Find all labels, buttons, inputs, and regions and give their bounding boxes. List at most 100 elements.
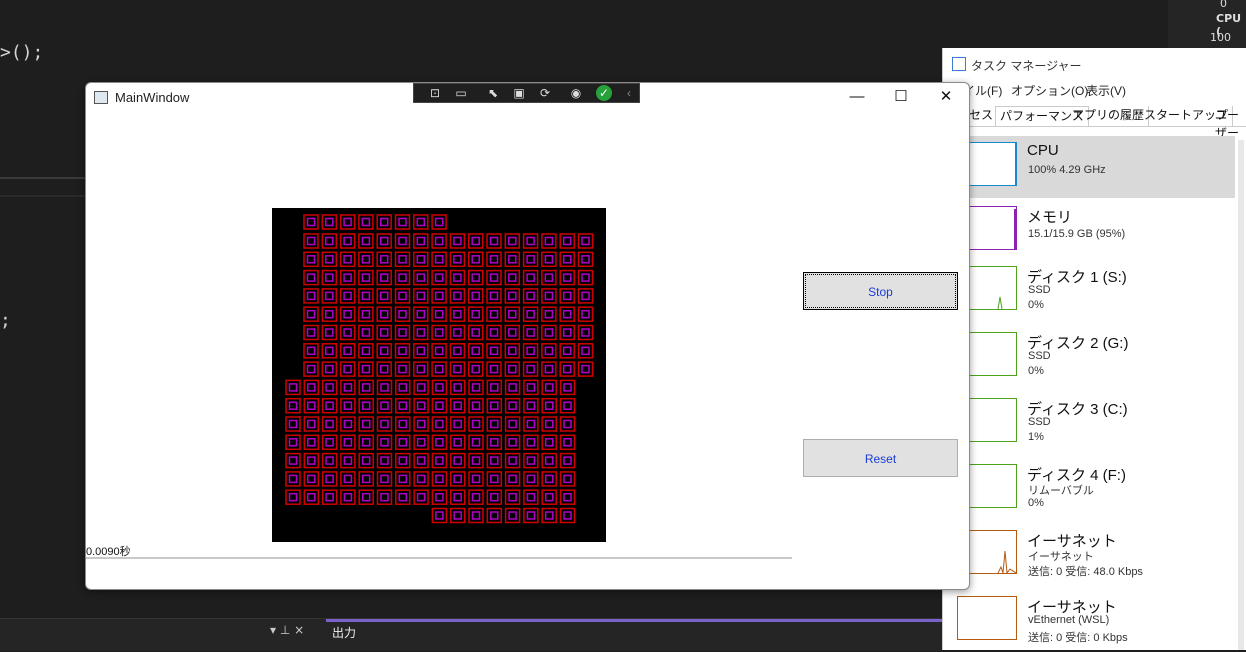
camera-icon[interactable]: ▭ — [452, 85, 470, 101]
cell-outer — [559, 251, 575, 268]
cell-outer — [504, 379, 521, 396]
cell-outer — [321, 343, 338, 359]
cell-outer — [486, 416, 503, 432]
perf-item-cpu[interactable]: CPU 100% 4.29 GHz — [943, 136, 1235, 198]
menu-view[interactable]: 表示(V) — [1086, 82, 1126, 99]
cell-inner — [361, 474, 371, 484]
cell-inner — [416, 419, 426, 429]
cell-inner — [288, 419, 298, 429]
scrollbar[interactable] — [1238, 140, 1244, 650]
cell-inner — [453, 328, 462, 337]
cell-inner — [398, 255, 407, 264]
cell-inner — [526, 383, 536, 392]
cell-inner — [508, 401, 517, 410]
window-icon — [94, 91, 108, 104]
cell-inner — [581, 346, 590, 356]
perf-item-disk2[interactable]: ディスク 2 (G:) SSD 0% — [943, 326, 1235, 388]
cell-outer — [413, 269, 429, 286]
cell-inner — [416, 346, 426, 356]
cell-outer — [395, 489, 411, 505]
cell-outer — [431, 361, 447, 377]
cell-outer — [358, 269, 374, 286]
cell-outer — [541, 434, 557, 451]
cell-inner — [361, 492, 371, 502]
reset-button[interactable]: Reset — [803, 439, 958, 477]
cell-outer — [395, 434, 411, 451]
cell-outer — [449, 324, 466, 341]
pointer-icon[interactable]: ⬉ — [484, 85, 502, 101]
cell-outer — [541, 343, 557, 359]
cell-outer — [358, 288, 374, 304]
minimize-button[interactable]: — — [846, 87, 868, 107]
cell-inner — [434, 346, 444, 356]
stop-button[interactable]: Stop — [803, 272, 958, 310]
tab-users[interactable]: ユーザー — [1211, 106, 1246, 140]
cell-outer — [523, 507, 539, 524]
cell-inner — [361, 273, 371, 282]
perf-item-memory[interactable]: メモリ 15.1/15.9 GB (95%) — [943, 200, 1235, 262]
cell-outer — [339, 324, 356, 341]
cell-inner — [361, 383, 371, 392]
cell-outer — [413, 379, 429, 396]
perf-item-ethernet1[interactable]: イーサネット イーサネット 送信: 0 受信: 48.0 Kbps — [943, 524, 1235, 586]
cell-outer — [303, 452, 320, 469]
cell-outer — [358, 324, 374, 341]
collapse-icon[interactable]: ‹ — [620, 85, 638, 101]
cell-inner — [361, 419, 371, 429]
perf-item-type: SSD — [1028, 284, 1051, 296]
perf-item-disk3[interactable]: ディスク 3 (C:) SSD 1% — [943, 392, 1235, 454]
cell-outer — [467, 251, 484, 268]
hot-reload-icon[interactable]: ⟳ — [536, 85, 554, 101]
perf-item-disk4[interactable]: ディスク 4 (F:) リムーバブル 0% — [943, 458, 1235, 520]
cell-inner — [307, 438, 316, 447]
cell-outer — [321, 251, 338, 268]
cell-outer — [449, 452, 466, 469]
cell-outer — [577, 288, 594, 304]
cell-inner — [306, 346, 316, 356]
menu-options[interactable]: オプション(O) — [1011, 82, 1088, 99]
cell-outer — [376, 214, 392, 230]
cell-outer — [431, 251, 447, 268]
cell-inner — [434, 328, 444, 337]
cell-inner — [416, 456, 426, 465]
perf-item-ethernet2[interactable]: イーサネット vEthernet (WSL) 送信: 0 受信: 0 Kbps — [943, 590, 1235, 652]
cell-outer — [413, 361, 429, 377]
cell-inner — [544, 401, 554, 410]
cell-inner — [325, 383, 334, 392]
cell-outer — [394, 288, 411, 304]
cell-outer — [413, 324, 429, 341]
cell-outer — [303, 324, 319, 341]
cell-inner — [343, 474, 353, 484]
cell-outer — [449, 343, 466, 359]
cell-outer — [358, 471, 374, 487]
cell-inner — [489, 291, 499, 301]
layout-icon[interactable]: ▣ — [510, 85, 528, 101]
maximize-button[interactable]: ☐ — [890, 87, 912, 107]
cell-outer — [486, 452, 503, 469]
cell-outer — [431, 397, 448, 414]
panel-controls[interactable]: ▾ ⊥ × — [270, 623, 304, 637]
cell-outer — [467, 233, 484, 249]
cell-outer — [541, 471, 557, 487]
cell-outer — [431, 324, 447, 341]
close-button[interactable]: ✕ — [935, 87, 957, 107]
cell-outer — [413, 397, 429, 414]
broadcast-icon[interactable]: ◉ — [567, 85, 585, 101]
cell-inner — [508, 474, 517, 484]
cell-inner — [416, 474, 426, 484]
select-element-icon[interactable]: ⊡ — [426, 85, 444, 101]
cell-outer — [431, 379, 448, 396]
perf-item-disk1[interactable]: ディスク 1 (S:) SSD 0% — [943, 260, 1235, 322]
cell-inner — [471, 236, 480, 246]
cell-inner — [307, 474, 316, 484]
cell-outer — [486, 471, 503, 487]
task-manager-icon — [952, 57, 966, 71]
cell-inner — [416, 364, 426, 374]
cell-grid — [285, 214, 594, 524]
cell-inner — [471, 383, 481, 392]
perf-item-adapter: イーサネット — [1028, 551, 1094, 563]
simulation-canvas[interactable] — [272, 208, 606, 542]
check-circle-icon[interactable]: ✓ — [596, 85, 612, 101]
tab-app-history[interactable]: アプリの履歴 — [1068, 106, 1150, 126]
cell-outer — [358, 361, 374, 377]
